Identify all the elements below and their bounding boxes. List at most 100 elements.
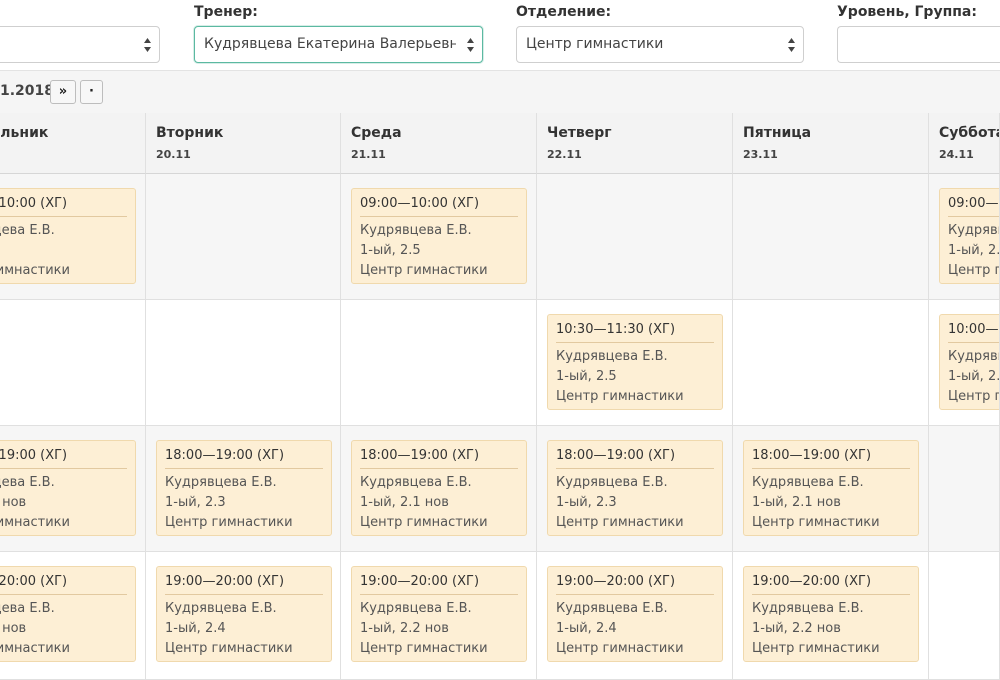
lesson-trainer: Кудрявцева Е.В.	[556, 349, 668, 364]
lesson-trainer: Кудрявцева Е.В.	[752, 475, 864, 490]
day-date: 23.11	[743, 148, 778, 161]
lesson-level: 1-ый, 2.3	[948, 243, 1000, 258]
department-select[interactable]: Центр гимнастики	[516, 26, 804, 63]
day-name: Четверг	[547, 125, 612, 141]
lesson-time: 18:00—19:00 (ХГ)	[752, 441, 910, 469]
schedule-cell	[0, 300, 146, 426]
lesson-place: тр гимнастики	[0, 515, 70, 530]
schedule-cell: 00—10:00 (ХГ) рявцева Е.В. , 2.5 тр гимнаст…	[0, 174, 146, 300]
schedule-cell	[341, 300, 537, 426]
lesson-card[interactable]: 19:00—20:00 (ХГ) Кудрявцева Е.В. 1-ый, 2.2…	[743, 566, 919, 662]
group-select[interactable]	[837, 26, 1000, 63]
lesson-level: 1-ый, 2.4	[165, 621, 226, 636]
lesson-card[interactable]: 19:00—20:00 (ХГ) Кудрявцева Е.В. 1-ый, 2.4…	[547, 566, 723, 662]
lesson-card[interactable]: 10:30—11:30 (ХГ) Кудрявцева Е.В. 1-ый, 2.5…	[547, 314, 723, 410]
lesson-card[interactable]: 00—10:00 (ХГ) рявцева Е.В. , 2.5 тр гимнаст…	[0, 188, 136, 284]
lesson-level: 1-ый, 2.5	[360, 243, 421, 258]
lesson-card[interactable]: 19:00—20:00 (ХГ) Кудрявцева Е.В. 1-ый, 2.2…	[351, 566, 527, 662]
schedule-cell	[146, 174, 341, 300]
schedule-cell: 18:00—19:00 (ХГ) Кудрявцева Е.В. 1-ый, 2.3…	[146, 426, 341, 552]
first-filter-select[interactable]	[0, 26, 160, 63]
schedule-cell: 00—19:00 (ХГ) рявцева Е.В. , 2.1 нов тр гим…	[0, 426, 146, 552]
lesson-level: 1-ый, 2.5	[556, 369, 617, 384]
schedule-cell: 19:00—20:00 (ХГ) Кудрявцева Е.В. 1-ый, 2.2…	[733, 552, 929, 680]
select-arrows-icon	[467, 38, 474, 52]
lesson-place: Центр гимнастики	[556, 641, 684, 656]
lesson-card[interactable]: 09:00—1 Кудрявц 1-ый, 2.3 Центр гим	[939, 188, 1000, 284]
day-name: едельник	[0, 125, 49, 141]
day-header: Среда 21.11	[341, 113, 537, 174]
lesson-trainer: Кудрявцева Е.В.	[556, 475, 668, 490]
lesson-place: Центр гимнастики	[165, 641, 293, 656]
lesson-time: 19:00—20:00 (ХГ)	[752, 567, 910, 595]
group-label: Уровень, Группа:	[837, 4, 977, 20]
lesson-place: Центр гимнастики	[360, 515, 488, 530]
department-value: Центр гимнастики	[526, 36, 664, 52]
lesson-trainer: Кудрявц	[948, 223, 999, 238]
day-date: 22.11	[547, 148, 582, 161]
lesson-level: , 2.1 нов	[0, 495, 27, 510]
trainer-value: Кудрявцева Екатерина Валерьевна	[204, 36, 456, 52]
lesson-place: Центр гим	[948, 389, 999, 404]
schedule-cell: 19:00—20:00 (ХГ) Кудрявцева Е.В. 1-ый, 2.2…	[341, 552, 537, 680]
select-arrows-icon	[788, 38, 795, 52]
lesson-place: Центр гимнастики	[556, 515, 684, 530]
schedule-cell: 18:00—19:00 (ХГ) Кудрявцева Е.В. 1-ый, 2.1…	[341, 426, 537, 552]
lesson-time: 10:00—1	[948, 315, 999, 343]
lesson-time: 19:00—20:00 (ХГ)	[556, 567, 714, 595]
lesson-level: 1-ый, 2.4	[556, 621, 617, 636]
trainer-select[interactable]: Кудрявцева Екатерина Валерьевна	[194, 26, 483, 63]
lesson-trainer: рявцева Е.В.	[0, 475, 55, 490]
schedule-cell	[929, 426, 1000, 552]
lesson-time: 00—10:00 (ХГ)	[0, 189, 127, 217]
schedule-cell: 09:00—1 Кудрявц 1-ый, 2.3 Центр гим	[929, 174, 1000, 300]
lesson-place: Центр гим	[948, 263, 999, 278]
schedule-cell	[733, 300, 929, 426]
lesson-time: 18:00—19:00 (ХГ)	[360, 441, 518, 469]
lesson-level: 1-ый, 2.1 нов	[752, 495, 841, 510]
lesson-trainer: Кудрявцева Е.В.	[165, 475, 277, 490]
schedule-cell: 18:00—19:00 (ХГ) Кудрявцева Е.В. 1-ый, 2.3…	[537, 426, 733, 552]
today-button[interactable]: ·	[80, 80, 103, 104]
lesson-trainer: Кудрявцева Е.В.	[360, 223, 472, 238]
lesson-card[interactable]: 18:00—19:00 (ХГ) Кудрявцева Е.В. 1-ый, 2.1…	[743, 440, 919, 536]
week-range: 1.2018	[0, 83, 55, 99]
lesson-place: тр гимнастики	[0, 641, 70, 656]
lesson-trainer: рявцева Е.В.	[0, 223, 55, 238]
week-toolbar: 1.2018 » ·	[0, 70, 1000, 113]
lesson-card[interactable]: 09:00—10:00 (ХГ) Кудрявцева Е.В. 1-ый, 2.5…	[351, 188, 527, 284]
schedule-cell	[146, 300, 341, 426]
schedule-cell: 00—20:00 (ХГ) рявцева Е.В. , 2.2 нов тр гим…	[0, 552, 146, 680]
schedule-cell: 19:00—20:00 (ХГ) Кудрявцева Е.В. 1-ый, 2.4…	[537, 552, 733, 680]
lesson-card[interactable]: 18:00—19:00 (ХГ) Кудрявцева Е.В. 1-ый, 2.1…	[351, 440, 527, 536]
schedule-cell: 10:00—1 Кудрявц 1-ый, 2.4 Центр гим	[929, 300, 1000, 426]
schedule-cell: 19:00—20:00 (ХГ) Кудрявцева Е.В. 1-ый, 2.4…	[146, 552, 341, 680]
day-header: Четверг 22.11	[537, 113, 733, 174]
day-name: Пятница	[743, 125, 812, 141]
lesson-time: 19:00—20:00 (ХГ)	[165, 567, 323, 595]
day-header: едельник	[0, 113, 146, 174]
lesson-card[interactable]: 00—19:00 (ХГ) рявцева Е.В. , 2.1 нов тр гим…	[0, 440, 136, 536]
lesson-trainer: Кудрявцева Е.В.	[165, 601, 277, 616]
lesson-level: 1-ый, 2.2 нов	[752, 621, 841, 636]
lesson-card[interactable]: 10:00—1 Кудрявц 1-ый, 2.4 Центр гим	[939, 314, 999, 410]
lesson-trainer: Кудрявц	[948, 349, 999, 364]
schedule-cell	[929, 552, 1000, 680]
day-name: Среда	[351, 125, 402, 141]
lesson-trainer: рявцева Е.В.	[0, 601, 55, 616]
next-week-button[interactable]: »	[50, 80, 76, 104]
lesson-card[interactable]: 00—20:00 (ХГ) рявцева Е.В. , 2.2 нов тр гим…	[0, 566, 136, 662]
lesson-level: 1-ый, 2.2 нов	[360, 621, 449, 636]
lesson-trainer: Кудрявцева Е.В.	[556, 601, 668, 616]
day-date: 21.11	[351, 148, 386, 161]
lesson-card[interactable]: 19:00—20:00 (ХГ) Кудрявцева Е.В. 1-ый, 2.4…	[156, 566, 332, 662]
lesson-card[interactable]: 18:00—19:00 (ХГ) Кудрявцева Е.В. 1-ый, 2.3…	[156, 440, 332, 536]
schedule-cell: 10:30—11:30 (ХГ) Кудрявцева Е.В. 1-ый, 2.5…	[537, 300, 733, 426]
day-header: Суббота 24.11	[929, 113, 1000, 174]
select-arrows-icon	[144, 38, 151, 52]
day-header: Вторник 20.11	[146, 113, 341, 174]
lesson-level: , 2.5	[0, 241, 127, 261]
lesson-card[interactable]: 18:00—19:00 (ХГ) Кудрявцева Е.В. 1-ый, 2.3…	[547, 440, 723, 536]
trainer-label: Тренер:	[194, 4, 258, 20]
lesson-time: 18:00—19:00 (ХГ)	[556, 441, 714, 469]
